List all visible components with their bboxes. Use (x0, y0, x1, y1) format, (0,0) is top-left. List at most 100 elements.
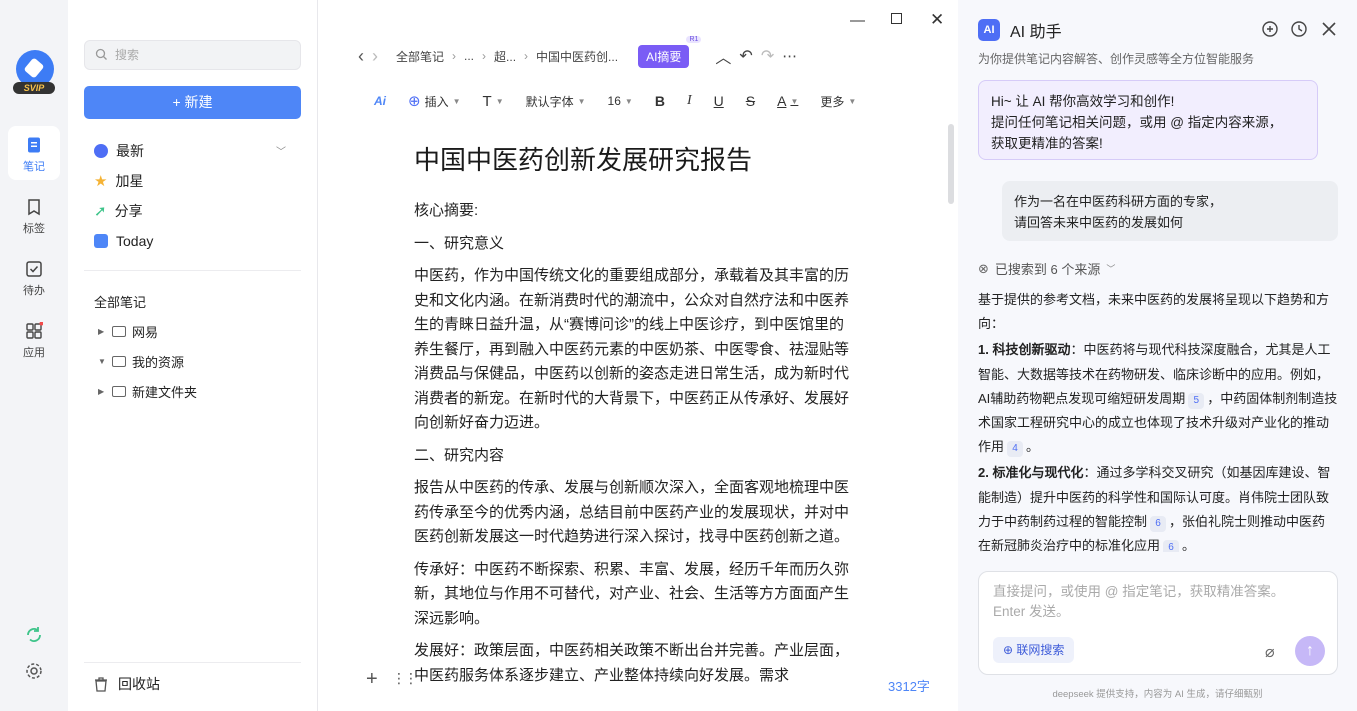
ai-summary-button[interactable]: AI摘要 R1 (638, 35, 702, 68)
italic-icon[interactable]: I (687, 93, 692, 109)
folder-item[interactable]: ▶ 网易 (98, 322, 158, 341)
doc-paragraph[interactable]: 一、研究意义 (414, 232, 850, 257)
clock-icon (94, 144, 108, 158)
attach-icon[interactable]: ⌀ (1265, 642, 1275, 662)
ai-disclaimer: deepseek 提供支持，内容为 AI 生成，请仔细甄别 (1052, 689, 1263, 700)
caret-icon: ▼ (495, 96, 504, 106)
nav-label: 加星 (115, 173, 144, 189)
sources-toggle[interactable]: ⊗ 已搜索到 6 个来源 ﹀ (978, 259, 1115, 278)
close-icon[interactable] (1320, 20, 1338, 38)
sources-label: 已搜索到 6 个来源 (994, 262, 1101, 277)
doc-paragraph[interactable]: 二、研究内容 (414, 444, 850, 469)
rail-item-notes[interactable]: 笔记 (8, 126, 60, 180)
breadcrumb-item[interactable]: 中国中医药创... (536, 48, 618, 65)
font-size-select[interactable]: 16 ▼ (608, 94, 633, 108)
point-text: 。 (1182, 538, 1196, 552)
nav-item-recent[interactable]: 最新 (94, 140, 144, 162)
close-window-icon[interactable]: ✕ (930, 10, 944, 30)
chevron-down-icon[interactable]: ﹀ (276, 143, 286, 158)
bold-icon[interactable]: B (655, 93, 665, 109)
search-placeholder: 搜索 (115, 48, 140, 62)
editor-scrollbar[interactable] (948, 124, 954, 204)
nav-item-today[interactable]: Today (94, 230, 153, 252)
rail-item-todo[interactable]: 待办 (8, 250, 60, 304)
doc-paragraph[interactable]: 中医药，作为中国传统文化的重要组成部分，承载着及其丰富的历史和文化内涵。在新消费… (414, 264, 850, 436)
insert-button[interactable]: ⊕ 插入 ▼ (408, 92, 461, 110)
more-options-icon[interactable]: ⋯ (782, 47, 797, 65)
breadcrumb-item[interactable]: ... (464, 49, 474, 63)
breadcrumb-item[interactable]: 超... (494, 48, 516, 65)
back-icon[interactable]: ‹ (358, 46, 364, 67)
ai-input-box[interactable]: 直接提问，或使用 @ 指定笔记，获取精准答案。Enter 发送。 ⊕ 联网搜索 … (978, 571, 1338, 675)
text-color-icon[interactable]: A ▼ (777, 93, 798, 109)
doc-paragraph[interactable]: 发展好：政策层面，中医药相关政策不断出台并完善。产业层面，中医药服务体系逐步建立… (414, 639, 850, 688)
text-style-button[interactable]: T ▼ (483, 93, 504, 110)
breadcrumb-item[interactable]: 全部笔记 (396, 48, 444, 65)
folder-icon (112, 356, 126, 367)
forward-icon[interactable]: › (372, 46, 378, 67)
answer-intro: 基于提供的参考文档，未来中医药的发展将呈现以下趋势和方向： (978, 292, 1330, 332)
rail-item-apps[interactable]: 应用 (8, 312, 60, 366)
rail-item-tags[interactable]: 标签 (8, 188, 60, 242)
todo-icon (26, 261, 42, 277)
history-icon[interactable] (1290, 20, 1308, 38)
nav-label: 最新 (116, 143, 144, 159)
doc-paragraph[interactable]: 传承好：中医药不断探索、积累、丰富、发展，经历千年而历久弥新，其地位与作用不可替… (414, 558, 850, 632)
citation-badge[interactable]: 6 (1150, 515, 1167, 532)
search-input[interactable]: 搜索 (84, 40, 301, 70)
strikethrough-icon[interactable]: S (746, 93, 755, 109)
undo-icon[interactable]: ↶ (739, 46, 752, 66)
nav-item-starred[interactable]: ★ 加星 (94, 170, 143, 192)
ai-panel-subtitle: 为你提供笔记内容解答、创作灵感等全方位智能服务 (978, 52, 1255, 66)
new-chat-icon[interactable] (1261, 20, 1279, 38)
left-rail: SVIP 笔记 标签 待办 应用 (0, 0, 68, 711)
arrow-up-icon: ↑ (1306, 642, 1314, 659)
trash-label: 回收站 (118, 676, 160, 692)
collapse-icon[interactable]: ︿ (715, 44, 731, 68)
add-block-icon[interactable]: + (366, 668, 378, 691)
answer-point: 2. 标准化与现代化：通过多学科交叉研究（如基因库建设、智能制造）提升中医药的科… (978, 461, 1338, 552)
format-toolbar: Ai ⊕ 插入 ▼ T ▼ 默认字体 ▼ 16 ▼ B I U S A ▼ 更多 ▼ (374, 90, 878, 112)
caret-down-icon[interactable]: ▼ (98, 357, 106, 366)
sync-icon[interactable] (24, 625, 44, 645)
maximize-icon[interactable] (891, 13, 902, 24)
size-label: 16 (607, 94, 621, 108)
redo-icon[interactable]: ↷ (761, 46, 774, 66)
all-notes-title[interactable]: 全部笔记 (94, 292, 146, 311)
chevron-down-icon: ﹀ (1106, 264, 1116, 274)
point-text: 。 (1026, 439, 1040, 455)
breadcrumb-sep: › (452, 49, 457, 63)
new-note-button[interactable]: + 新建 (84, 86, 301, 119)
folder-label: 新建文件夹 (132, 385, 198, 400)
folder-item[interactable]: ▼ 我的资源 (98, 352, 184, 371)
settings-icon[interactable] (24, 661, 44, 681)
trash-button[interactable]: 回收站 (94, 674, 160, 694)
citation-badge[interactable]: 6 (1163, 540, 1180, 552)
citation-badge[interactable]: 5 (1188, 392, 1205, 409)
share-icon: ➚ (94, 203, 107, 220)
trash-icon (95, 676, 107, 692)
doc-paragraph[interactable]: 报告从中医药的传承、发展与创新顺次深入，全面客观地梳理中医药传承至今的优秀内涵，… (414, 476, 850, 550)
underline-icon[interactable]: U (714, 93, 724, 109)
folder-item[interactable]: ▶ 新建文件夹 (98, 382, 197, 401)
drag-handle-icon[interactable]: ⋮⋮ (392, 670, 418, 687)
sources-icon: ⊗ (978, 260, 989, 276)
font-select[interactable]: 默认字体 ▼ (526, 93, 586, 110)
note-icon (28, 137, 40, 153)
document-title[interactable]: 中国中医药创新发展研究报告 (414, 140, 850, 177)
minimize-icon[interactable]: — (850, 12, 865, 29)
nav-item-shared[interactable]: ➚ 分享 (94, 200, 143, 222)
font-label: 默认字体 (525, 94, 574, 109)
doc-paragraph[interactable]: 核心摘要: (414, 199, 850, 224)
caret-right-icon[interactable]: ▶ (98, 387, 106, 396)
web-search-button[interactable]: ⊕ 联网搜索 (993, 637, 1075, 663)
point-heading: 1. 科技创新驱动 (978, 342, 1071, 358)
more-format-button[interactable]: 更多 ▼ (820, 93, 856, 110)
citation-badge[interactable]: 4 (1007, 441, 1024, 458)
caret-right-icon[interactable]: ▶ (98, 327, 106, 336)
ai-write-icon[interactable]: Ai (374, 94, 386, 108)
ai-answer: 基于提供的参考文档，未来中医药的发展将呈现以下趋势和方向： 1. 科技创新驱动：… (978, 288, 1338, 552)
note-editor: — ✕ ‹ › 全部笔记 › ... › 超... › 中国中医药创... AI… (318, 0, 958, 711)
document-body[interactable]: 中国中医药创新发展研究报告 核心摘要: 一、研究意义 中医药，作为中国传统文化的… (414, 140, 850, 696)
send-button[interactable]: ↑ (1295, 636, 1325, 666)
